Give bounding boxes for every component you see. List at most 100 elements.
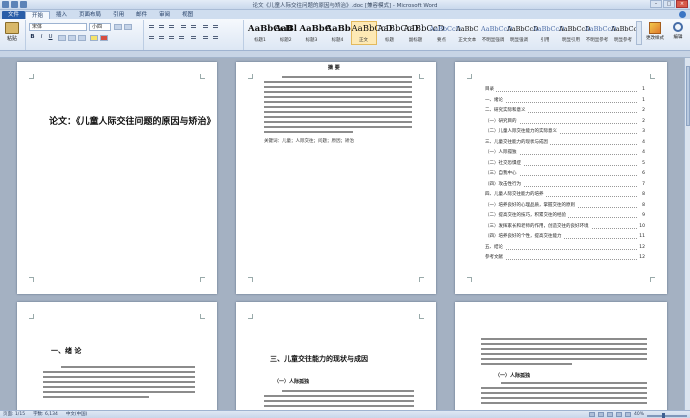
subscript-icon[interactable] — [68, 35, 76, 41]
toc-row[interactable]: 三、儿童交往能力的现状与成因 4 — [485, 138, 645, 147]
toc-row[interactable]: （一）人际孤独 4 — [485, 149, 645, 157]
tab-mailings[interactable]: 邮件 — [130, 11, 153, 19]
style-item[interactable]: AaBbCcD 副标题 — [403, 21, 445, 45]
align-center-icon[interactable] — [158, 34, 165, 40]
numbering-icon[interactable] — [158, 23, 165, 29]
shrink-font-icon[interactable] — [124, 24, 132, 30]
language[interactable]: 中文(中国) — [66, 411, 88, 418]
zoom-knob[interactable] — [661, 412, 665, 418]
maximize-button[interactable]: □ — [663, 0, 675, 8]
toc-row[interactable]: （三）发挥家长和老师的作用，创造交往的良好环境 10 — [485, 222, 645, 231]
toc-row[interactable]: 目录 1 — [485, 86, 645, 94]
toc-row[interactable]: （一）培养良好的心理品质，掌握交往的原则 8 — [485, 201, 645, 210]
draft-view-button[interactable] — [624, 412, 631, 417]
toc-page-number: 1 — [641, 86, 645, 94]
show-marks-icon[interactable] — [212, 23, 219, 29]
style-item[interactable]: AaBbCcD 标题 — [377, 21, 419, 45]
align-right-icon[interactable] — [168, 34, 175, 40]
paste-button[interactable]: 粘贴 — [3, 22, 21, 44]
scroll-thumb[interactable] — [686, 66, 690, 126]
style-item[interactable]: AaBbCcD 引用 — [532, 21, 564, 45]
style-sample: AaBbCcD — [481, 25, 513, 33]
grow-font-icon[interactable] — [114, 24, 122, 30]
style-name: 明显参考 — [614, 38, 632, 43]
style-item[interactable]: AaBbC 标题4 — [325, 21, 358, 45]
minimize-button[interactable]: – — [650, 0, 662, 8]
underline-button[interactable]: U — [47, 34, 54, 41]
style-item[interactable]: AaBbCcD 不明显参考 — [584, 21, 616, 45]
tab-review[interactable]: 审阅 — [153, 11, 176, 19]
toc-row[interactable]: （三）自我中心 6 — [485, 170, 645, 178]
close-button[interactable]: × — [676, 0, 688, 8]
page-2[interactable]: 摘 要 关键词：儿童；人际交往；问题；原因；矫治 — [236, 62, 436, 294]
font-size-select[interactable]: 小四 — [89, 23, 111, 31]
strikethrough-icon[interactable] — [58, 35, 66, 41]
tab-page-layout[interactable]: 页面布局 — [73, 11, 107, 19]
help-icon[interactable] — [679, 11, 686, 18]
tab-insert[interactable]: 插入 — [50, 11, 73, 19]
page-1[interactable]: 论文：《儿童人际交往问题的原因与矫治》 — [17, 62, 217, 294]
align-left-icon[interactable] — [148, 34, 155, 40]
toc-row[interactable]: （二）社交恐惧症 5 — [485, 159, 645, 168]
toc-row[interactable]: （四）培养良好的个性，提高交往能力 11 — [485, 233, 645, 241]
tab-view[interactable]: 视图 — [176, 11, 199, 19]
styles-scroll-button[interactable] — [636, 21, 642, 45]
page-5[interactable]: 三、儿童交往能力的现状与成因 （一）人际孤独 — [236, 302, 436, 410]
tab-home[interactable]: 开始 — [25, 11, 51, 19]
change-styles-button[interactable]: 更改样式 — [646, 22, 664, 41]
toc-row[interactable]: 四、儿童人际交往能力的培养 8 — [485, 191, 645, 199]
page-6[interactable]: （一）人际孤独 — [455, 302, 667, 410]
toc-row[interactable]: 二、研究实际和意义 2 — [485, 107, 645, 115]
toc-row[interactable]: 参考文献 12 — [485, 254, 645, 262]
style-item[interactable]: AaBbCcD 明显引用 — [558, 21, 590, 45]
increase-indent-icon[interactable] — [190, 23, 197, 29]
multilevel-list-icon[interactable] — [168, 23, 175, 29]
tab-file[interactable]: 文件 — [2, 11, 26, 19]
style-item[interactable]: AaBbCcD 明显强调 — [506, 21, 538, 45]
font-color-icon[interactable] — [100, 35, 108, 41]
tab-references[interactable]: 引用 — [107, 11, 130, 19]
font-name-select[interactable]: 宋体 — [29, 23, 87, 31]
style-item[interactable]: AaBbCcD 不明显强调 — [480, 21, 513, 45]
justify-icon[interactable] — [178, 34, 185, 40]
highlight-icon[interactable] — [90, 35, 98, 41]
zoom-slider[interactable] — [647, 412, 687, 418]
style-item[interactable]: AaBl 标题2 — [273, 21, 299, 45]
style-item[interactable]: AaBbCcD 明显参考 — [610, 21, 642, 45]
word-count[interactable]: 字数: 6,134 — [33, 411, 58, 418]
style-name: 正文 — [359, 38, 368, 43]
style-item[interactable]: AaBbC 标题3 — [299, 21, 332, 45]
paste-label: 粘贴 — [6, 36, 17, 42]
toc-row[interactable]: （二）提高交往的技巧，积累交往的经验 9 — [485, 212, 645, 220]
bold-button[interactable]: B — [29, 34, 36, 41]
toc-row[interactable]: 一、绪论 1 — [485, 96, 645, 105]
bullets-icon[interactable] — [148, 23, 155, 29]
toc-row[interactable]: （四）攻击性行为 7 — [485, 180, 645, 189]
page-count[interactable]: 页面: 1/15 — [3, 411, 25, 418]
superscript-icon[interactable] — [78, 35, 86, 41]
document-area[interactable]: 论文：《儿童人际交往问题的原因与矫治》 摘 要 关键词：儿童；人际交往；问题；原… — [0, 58, 684, 410]
status-bar: 页面: 1/15 字数: 6,134 中文(中国) 40% — [0, 410, 690, 418]
print-layout-view-button[interactable] — [588, 412, 595, 417]
outline-view-button[interactable] — [615, 412, 622, 417]
editing-button[interactable]: 编辑 — [668, 22, 688, 40]
style-item[interactable]: AaBbCcD 标题1 — [247, 21, 293, 45]
style-item[interactable]: AaBbC 正文文本 — [455, 21, 481, 45]
style-item[interactable]: AaBbCcD 正文 — [350, 21, 392, 45]
toc-row[interactable]: （二）儿童人际交往能力的实际意义 3 — [485, 128, 645, 136]
sort-icon[interactable] — [202, 23, 209, 29]
style-item[interactable]: AaBbCcD 要点 — [429, 21, 461, 45]
toc-row[interactable]: 五、结论 12 — [485, 243, 645, 252]
zoom-level[interactable]: 40% — [634, 411, 644, 418]
page-4[interactable]: 一、绪 论 — [17, 302, 217, 410]
line-spacing-icon[interactable] — [190, 34, 197, 40]
italic-button[interactable]: I — [38, 34, 45, 41]
full-screen-view-button[interactable] — [597, 412, 604, 417]
toc-row[interactable]: （一）研究目的 2 — [485, 117, 645, 126]
vertical-scrollbar[interactable] — [684, 58, 690, 410]
shading-icon[interactable] — [202, 34, 209, 40]
borders-icon[interactable] — [212, 34, 219, 40]
page-3-toc[interactable]: 目录 1 一、绪论 1 二、研究实际和意义 2 （一）研究目的 2 （二）儿童人际交往能力的实际… — [455, 62, 667, 294]
web-layout-view-button[interactable] — [606, 412, 613, 417]
decrease-indent-icon[interactable] — [180, 23, 187, 29]
